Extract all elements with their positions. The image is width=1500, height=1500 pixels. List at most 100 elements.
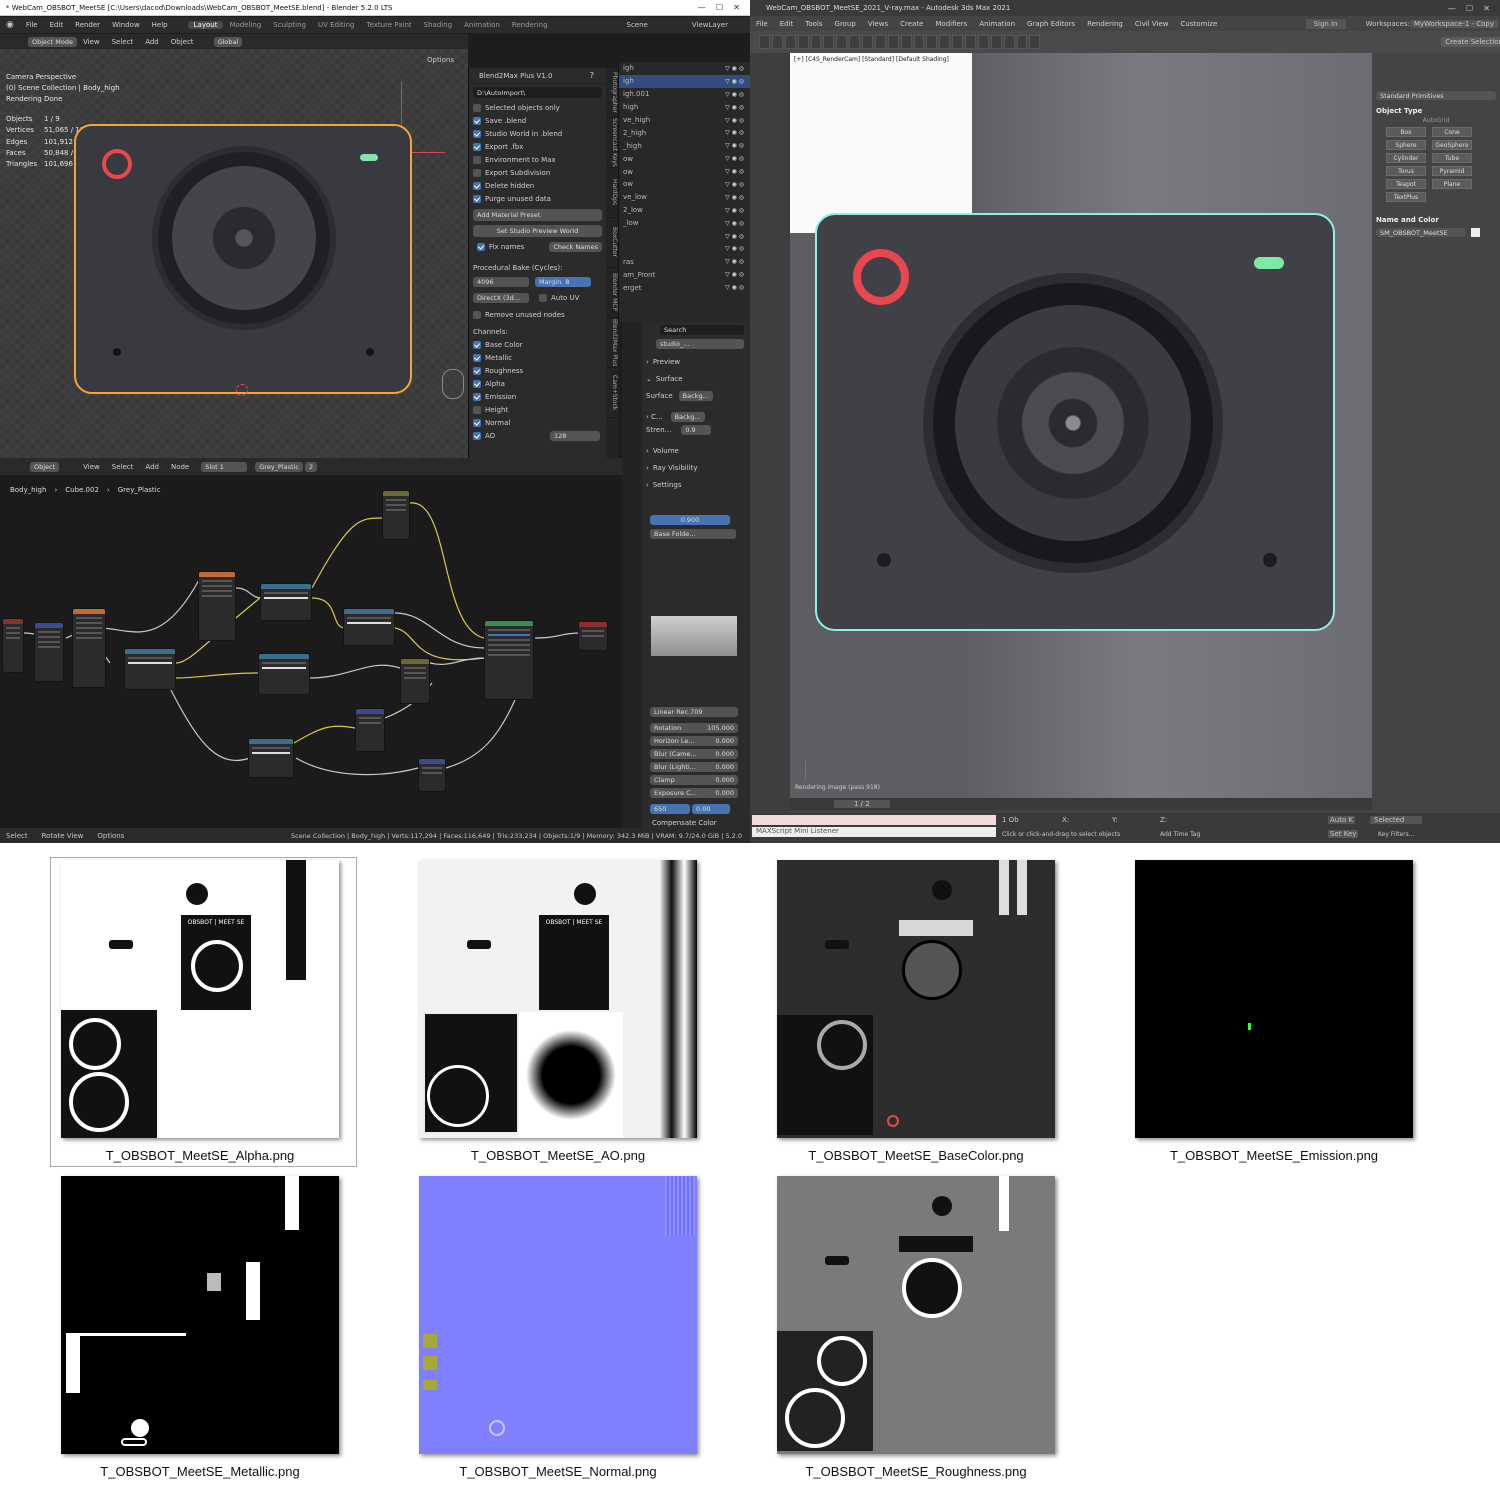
outliner-item[interactable]: igh.001 ▽ ◉ ◎ [619,88,750,101]
sign-in-button[interactable]: Sign In [1305,19,1346,29]
toolbar-icon[interactable] [823,35,835,49]
toolbar-icon[interactable] [952,35,963,49]
sidebar-tab[interactable]: Screencast Keys [606,118,618,168]
checkbox[interactable] [473,129,481,138]
primitive-button[interactable]: Teapot [1386,179,1426,189]
sidebar-tab[interactable]: Blend2Max Plus [606,318,618,368]
node-normal-map[interactable] [418,758,446,792]
webcam-body-selected[interactable] [74,124,412,394]
preview-section[interactable]: Preview [653,358,680,366]
time-slider[interactable]: 1 / 2 [790,798,1372,810]
outliner-item[interactable]: ve_high ▽ ◉ ◎ [619,114,750,127]
visibility-icons[interactable]: ▽ ◉ ◎ [725,91,744,98]
max-menu-create[interactable]: Create [894,20,929,28]
primitive-button[interactable]: TextPlus [1386,192,1426,202]
visibility-icons[interactable]: ▽ ◉ ◎ [725,129,744,136]
checkbox[interactable] [473,340,481,349]
toolbar-icon[interactable] [965,35,976,49]
toolbar-icon[interactable] [784,35,796,49]
3d-viewport[interactable]: Object Mode View Select Add Object Globa… [0,34,468,458]
node-principled-bsdf[interactable] [484,620,534,700]
world-name[interactable]: studio_... [656,339,744,349]
menu-help[interactable]: Help [146,21,174,29]
world-param[interactable]: Horizon Le... 0.000 [650,736,738,746]
checkbox[interactable] [473,194,481,203]
checkbox[interactable] [473,392,481,401]
texture-filename[interactable]: T_OBSBOT_MeetSE_BaseColor.png [746,1148,1086,1163]
toolbar-icon[interactable] [977,35,989,49]
option-row[interactable]: Purge unused data [469,192,606,205]
visibility-icons[interactable]: ▽ ◉ ◎ [725,142,744,149]
toolbar-icon[interactable] [771,35,783,49]
3d-cursor-icon[interactable] [236,384,248,396]
world-param[interactable]: Rotation 105.000 [650,723,738,733]
key-filters-button[interactable]: Key Filters... [1378,831,1415,838]
texture-thumbnail-rough[interactable] [777,1176,1055,1454]
outliner-item[interactable]: _high ▽ ◉ ◎ [619,139,750,152]
hdri-value[interactable]: 0.900 [650,515,730,525]
primitive-dropdown[interactable]: Standard Primitives [1376,91,1496,100]
outliner-item[interactable]: high ▽ ◉ ◎ [619,101,750,114]
option-row[interactable]: Height [469,403,606,416]
max-menu-rendering[interactable]: Rendering [1081,20,1129,28]
primitive-button[interactable]: Cylinder [1386,153,1426,163]
mode-dropdown[interactable]: Object Mode [28,36,77,47]
max-viewport[interactable]: [+] [C4S_RenderCam] [Standard] [Default … [790,53,1372,798]
visibility-icons[interactable]: ▽ ◉ ◎ [725,258,744,265]
texture-thumbnail-metallic[interactable] [61,1176,339,1454]
auto-uv-checkbox[interactable] [539,293,547,302]
toolbar-icon[interactable] [926,35,938,49]
toolbar-icon[interactable] [939,35,951,49]
option-row[interactable]: Alpha [469,377,606,390]
checkbox[interactable] [473,418,481,427]
toolbar-icon[interactable] [797,35,809,49]
toolbar-icon[interactable] [900,35,912,49]
visibility-icons[interactable]: ▽ ◉ ◎ [725,220,744,227]
bake-resolution[interactable]: 4096 [473,277,529,287]
visibility-icons[interactable]: ▽ ◉ ◎ [725,65,744,72]
node-colorramp-c[interactable] [258,653,310,695]
outliner-item[interactable]: igh ▽ ◉ ◎ [619,74,750,88]
options-dropdown[interactable]: Options [427,56,454,64]
world-param[interactable]: Exposure C... 0.000 [650,788,738,798]
toolbar-icon[interactable] [1003,35,1015,49]
option-row[interactable]: Delete hidden [469,179,606,192]
option-row[interactable]: AO 128 [469,429,606,442]
color-input[interactable]: Backg... [670,411,705,422]
node-colorramp-a[interactable] [124,648,176,690]
texture-thumbnail-alpha[interactable]: OBSBOT | MEET SE [61,860,339,1138]
max-menu-modifiers[interactable]: Modifiers [929,20,973,28]
max-menu-tools[interactable]: Tools [799,20,828,28]
outliner-item[interactable]: _low ▽ ◉ ◎ [619,217,750,230]
tab-uv-editing[interactable]: UV Editing [312,21,361,29]
texture-filename[interactable]: T_OBSBOT_MeetSE_Metallic.png [30,1464,370,1479]
visibility-icons[interactable]: ▽ ◉ ◎ [725,117,744,124]
checkbox[interactable] [473,181,481,190]
option-row[interactable]: Normal [469,416,606,429]
option-row[interactable]: Export Subdivision [469,166,606,179]
node-math[interactable] [400,658,430,704]
world-param[interactable]: Blur (Lighti... 0.000 [650,762,738,772]
blender-logo-icon[interactable]: ◉ [0,20,20,30]
checkbox[interactable] [473,379,481,388]
add-menu[interactable]: Add [139,38,165,46]
viewport-label[interactable]: [+] [C4S_RenderCam] [Standard] [Default … [794,56,949,63]
visibility-icons[interactable]: ▽ ◉ ◎ [725,104,744,111]
toolbar-icon[interactable] [849,35,860,49]
object-menu[interactable]: Object [165,38,200,46]
surface-section[interactable]: Surface [656,375,683,383]
menu-edit[interactable]: Edit [44,21,70,29]
node-texcoord[interactable] [2,618,24,673]
visibility-icons[interactable]: ▽ ◉ ◎ [725,245,744,252]
select-menu[interactable]: Select [106,38,140,46]
export-path-field[interactable]: D:\AutoImport\ [473,87,602,98]
texture-filename[interactable]: T_OBSBOT_MeetSE_AO.png [388,1148,728,1163]
set-key-button[interactable]: Set Key [1328,830,1359,838]
outliner-item[interactable]: ow ▽ ◉ ◎ [619,178,750,191]
outliner-item[interactable]: ras ▽ ◉ ◎ [619,255,750,268]
checkbox[interactable] [473,405,481,414]
toolbar-icon[interactable] [836,35,848,49]
toolbar-icon[interactable] [862,35,873,49]
checkbox[interactable] [473,155,481,164]
sidebar-tab[interactable]: BoxCutter [606,218,618,268]
